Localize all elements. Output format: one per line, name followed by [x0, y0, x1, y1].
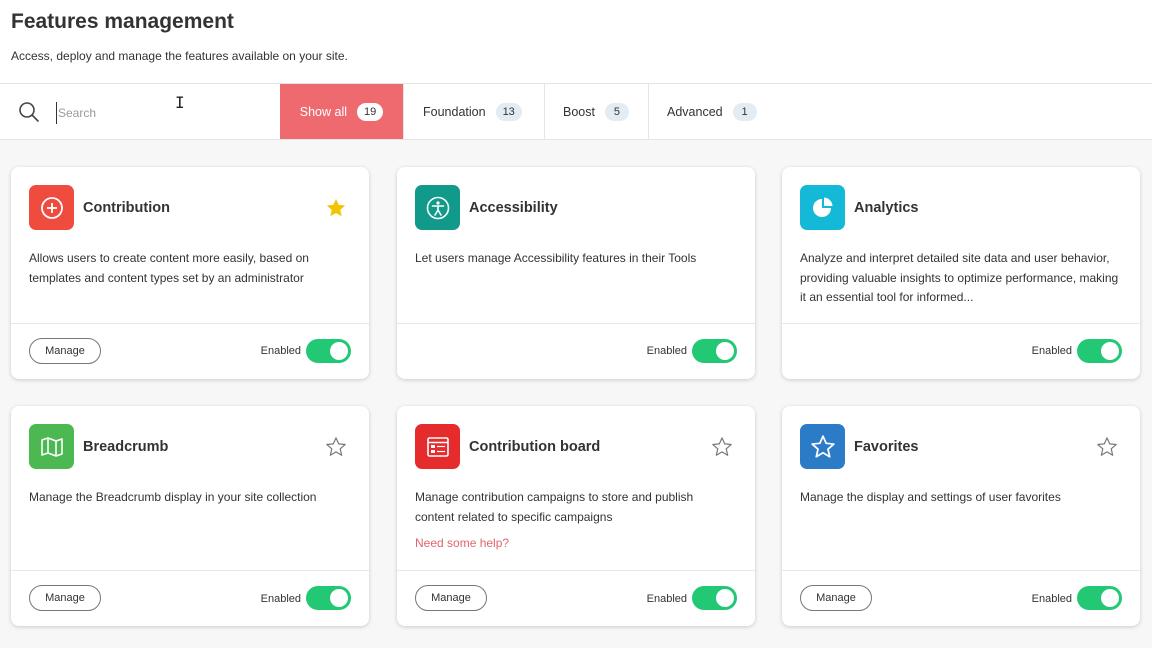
- page-subtitle: Access, deploy and manage the features a…: [11, 49, 348, 63]
- card-description: Manage contribution campaigns to store a…: [415, 490, 694, 524]
- card-divider: [397, 323, 755, 324]
- manage-button[interactable]: Manage: [800, 585, 872, 611]
- card-description: Manage the Breadcrumb display in your si…: [29, 490, 317, 504]
- search-icon: [19, 102, 39, 122]
- tab-label: Show all: [299, 104, 347, 119]
- star-icon: [800, 424, 845, 469]
- tab-count-badge: 1: [732, 102, 757, 121]
- enabled-label: Enabled: [260, 593, 301, 605]
- manage-button[interactable]: Manage: [29, 338, 101, 364]
- map-icon: [29, 424, 74, 469]
- feature-card-accessibility: Accessibility Let users manage Accessibi…: [397, 167, 755, 379]
- enabled-toggle[interactable]: [692, 339, 737, 363]
- tab-show-all[interactable]: Show all 19: [280, 84, 404, 139]
- manage-button[interactable]: Manage: [415, 585, 487, 611]
- enabled-toggle[interactable]: [1077, 339, 1122, 363]
- page-header: Features management Access, deploy and m…: [0, 0, 1152, 84]
- tab-count-badge: 19: [357, 102, 384, 121]
- pie-chart-icon: [800, 185, 845, 230]
- help-link[interactable]: Need some help?: [415, 536, 509, 550]
- board-icon: [415, 424, 460, 469]
- tab-boost[interactable]: Boost 5: [545, 84, 649, 139]
- feature-card-analytics: Analytics Analyze and interpret detailed…: [782, 167, 1140, 379]
- enabled-label: Enabled: [1031, 345, 1072, 357]
- tab-advanced[interactable]: Advanced 1: [649, 84, 779, 139]
- enabled-label: Enabled: [646, 593, 687, 605]
- plus-circle-icon: [29, 185, 74, 230]
- accessibility-icon: [415, 185, 460, 230]
- card-description: Let users manage Accessibility features …: [415, 251, 697, 265]
- feature-card-breadcrumb: Breadcrumb Manage the Breadcrumb display…: [11, 406, 369, 626]
- tab-label: Boost: [563, 104, 595, 119]
- favorite-star-outline-icon[interactable]: [325, 436, 347, 458]
- enabled-label: Enabled: [646, 345, 687, 357]
- favorite-star-outline-icon[interactable]: [711, 436, 733, 458]
- tab-count-badge: 5: [604, 102, 629, 121]
- text-cursor-icon: I: [175, 93, 185, 112]
- card-divider: [782, 323, 1140, 324]
- card-title: Accessibility: [469, 200, 558, 216]
- enabled-toggle[interactable]: [306, 586, 351, 610]
- card-divider: [11, 570, 369, 571]
- enabled-toggle[interactable]: [1077, 586, 1122, 610]
- tab-label: Advanced: [667, 104, 723, 119]
- search-input[interactable]: [56, 102, 256, 124]
- card-divider: [782, 570, 1140, 571]
- feature-card-contribution-board: Contribution board Manage contribution c…: [397, 406, 755, 626]
- card-divider: [11, 323, 369, 324]
- feature-card-contribution: Contribution Allows users to create cont…: [11, 167, 369, 379]
- filter-bar: Show all 19 Foundation 13 Boost 5 Advanc…: [0, 83, 1152, 140]
- manage-button[interactable]: Manage: [29, 585, 101, 611]
- card-title: Contribution: [83, 200, 170, 216]
- favorite-star-outline-icon[interactable]: [1096, 436, 1118, 458]
- card-description: Analyze and interpret detailed site data…: [800, 251, 1119, 304]
- tab-count-badge: 13: [495, 102, 522, 121]
- card-title: Breadcrumb: [83, 439, 169, 455]
- page-title: Features management: [11, 10, 234, 33]
- card-title: Analytics: [854, 200, 919, 216]
- card-description: Allows users to create content more easi…: [29, 251, 309, 285]
- enabled-toggle[interactable]: [306, 339, 351, 363]
- tab-foundation[interactable]: Foundation 13: [404, 84, 545, 139]
- favorite-star-filled-icon[interactable]: [325, 197, 347, 219]
- enabled-label: Enabled: [260, 345, 301, 357]
- feature-card-favorites: Favorites Manage the display and setting…: [782, 406, 1140, 626]
- tab-label: Foundation: [423, 104, 486, 119]
- card-title: Contribution board: [469, 439, 601, 455]
- enabled-label: Enabled: [1031, 593, 1072, 605]
- card-title: Favorites: [854, 439, 919, 455]
- card-divider: [397, 570, 755, 571]
- enabled-toggle[interactable]: [692, 586, 737, 610]
- card-description: Manage the display and settings of user …: [800, 490, 1061, 504]
